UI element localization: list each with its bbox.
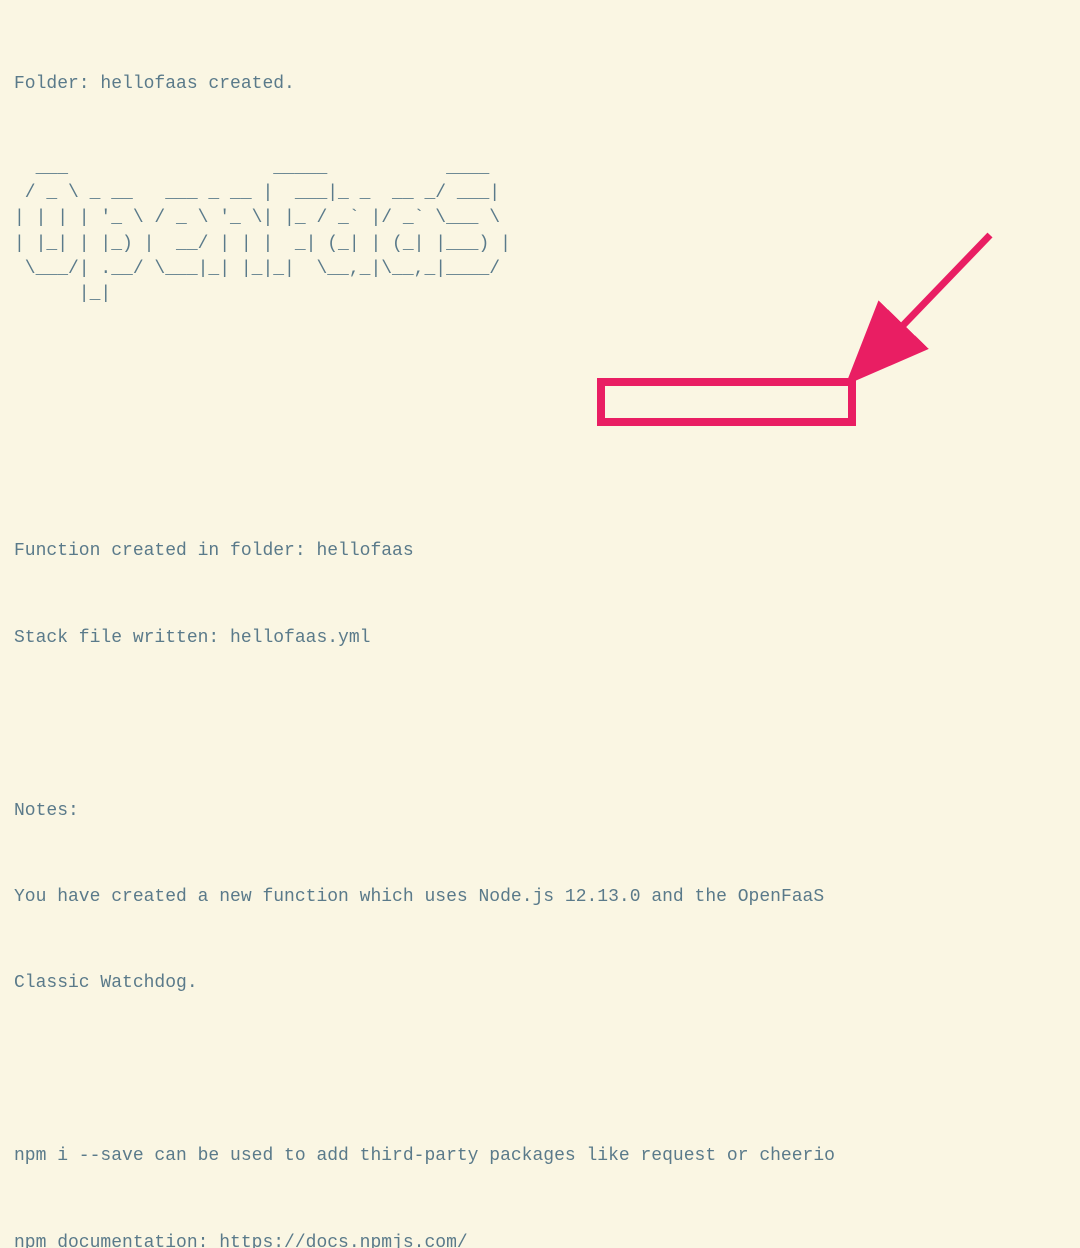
notes-header: Notes: [14,797,1066,826]
npm-line-2: npm documentation: https://docs.npmjs.co… [14,1229,1066,1248]
notes-highlight-text: Node.js 12.13.0 [478,887,640,907]
blank-line [14,1056,1066,1085]
notes-pre-text: You have created a new function which us… [14,887,478,907]
blank-line [14,451,1066,480]
notes-line-2: Classic Watchdog. [14,969,1066,998]
notes-post-text: and the OpenFaaS [641,887,825,907]
notes-line-1: You have created a new function which us… [14,883,1066,912]
terminal-output: Folder: hellofaas created. ___ _____ ___… [14,12,1066,1248]
npm-line-1: npm i --save can be used to add third-pa… [14,1142,1066,1171]
function-created-line: Function created in folder: hellofaas [14,537,1066,566]
folder-created-line: Folder: hellofaas created. [14,70,1066,99]
blank-line [14,710,1066,739]
openfaas-ascii-logo: ___ _____ ____ / _ \ _ __ ___ _ __ | ___… [14,156,1066,307]
stack-written-line: Stack file written: hellofaas.yml [14,624,1066,653]
blank-line [14,365,1066,394]
